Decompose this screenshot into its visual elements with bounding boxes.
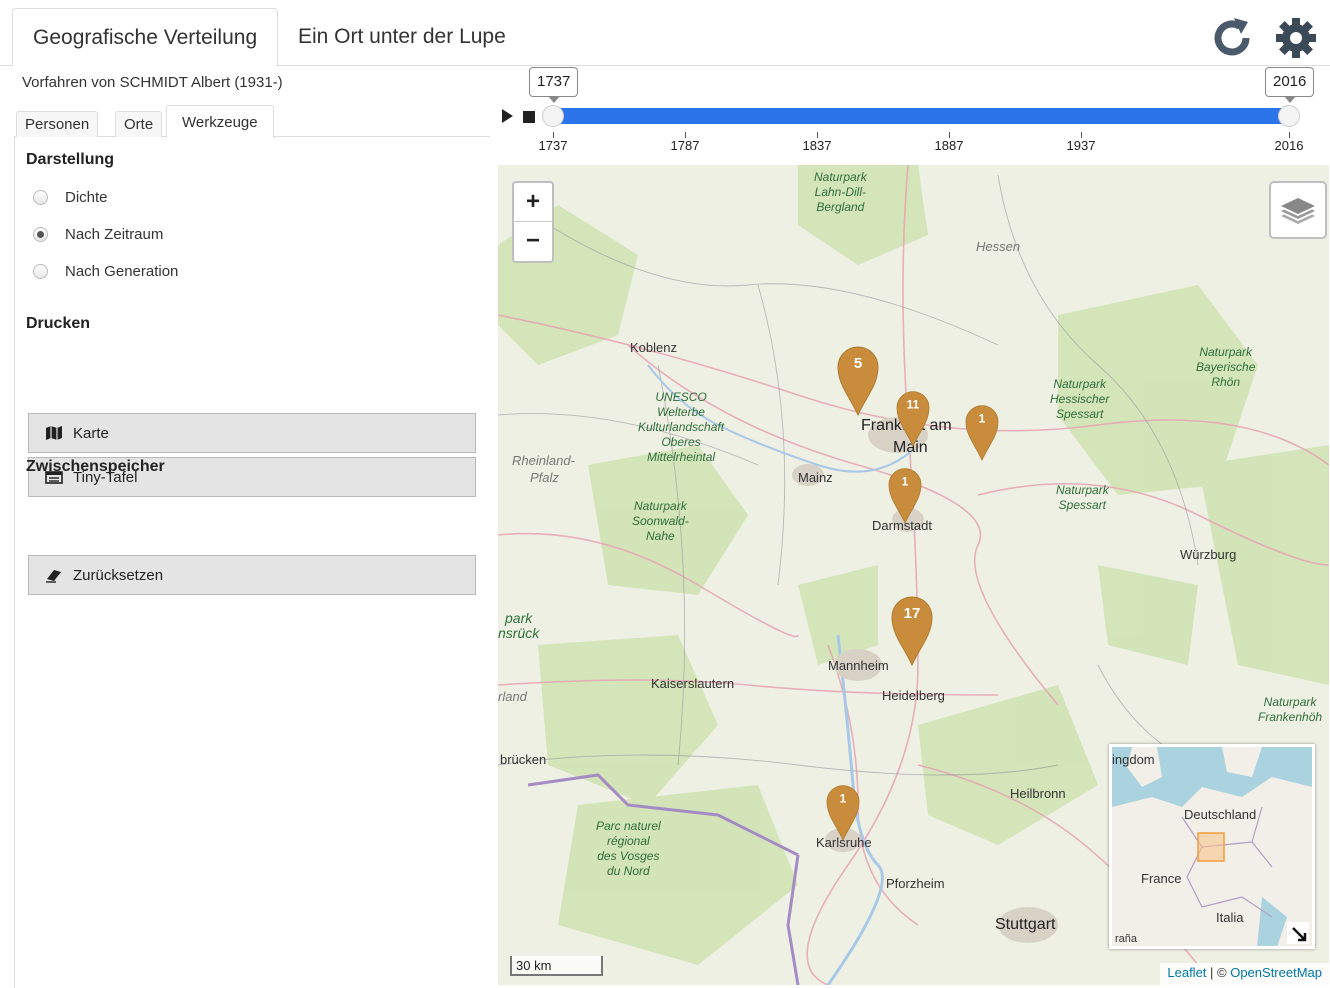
region-label: Hessen [976, 239, 1021, 254]
park-label: Naturpark Soonwald- Nahe [632, 499, 689, 543]
minimap-label: Italia [1216, 910, 1244, 925]
place-label: brücken [500, 752, 547, 767]
refresh-icon[interactable] [1210, 16, 1254, 60]
radio-label: Dichte [65, 189, 108, 206]
park-label: Parc naturel régional des Vosges du Nord [596, 819, 661, 878]
place-label: Kaiserslautern [651, 676, 735, 691]
eraser-icon [46, 570, 61, 583]
place-label: Pforzheim [886, 876, 945, 891]
place-label: Koblenz [630, 340, 677, 355]
slider-handle-to[interactable] [1278, 105, 1300, 127]
zoom-in-button[interactable]: + [514, 183, 552, 222]
park-label: Naturpark Frankenhöh [1258, 695, 1323, 724]
region-label: Pfalz [530, 470, 559, 485]
map-attribution: Leaflet | © OpenStreetMap [1160, 963, 1329, 985]
slider-handle-from[interactable] [542, 105, 564, 127]
marker-count: 5 [853, 355, 863, 372]
tick-label: 1737 [538, 138, 568, 153]
place-marker[interactable]: 17 [890, 595, 934, 667]
slider-from-tooltip: 1737 [529, 67, 579, 103]
openstreetmap-link[interactable]: OpenStreetMap [1230, 965, 1322, 980]
place-label: Heilbronn [1010, 786, 1066, 801]
park-label: Naturpark Bayerische Rhön [1196, 345, 1256, 389]
time-slider: 1737 2016 1737 1787 1837 1887 1937 2016 [497, 66, 1330, 164]
werkzeuge-panel: Darstellung Dichte Nach Zeitraum Nach Ge… [14, 137, 490, 988]
attribution-separator: | © [1206, 965, 1231, 980]
tick-label: 1837 [802, 138, 832, 153]
map-view[interactable]: + − Koblenz Mainz Darmstadt Würzburg Man… [498, 165, 1329, 985]
place-label: Würzburg [1180, 547, 1237, 562]
place-label: Mainz [798, 470, 833, 485]
left-panel: Vorfahren von SCHMIDT Albert (1931-) Per… [0, 66, 490, 988]
park-label: Naturpark Lahn-Dill- Bergland [814, 170, 867, 214]
button-label: Karte [73, 425, 109, 442]
tick-label: 1787 [670, 138, 700, 153]
zwischenspeicher-heading: Zwischenspeicher [26, 458, 165, 475]
map-icon [46, 426, 62, 440]
tab-werkzeuge[interactable]: Werkzeuge [166, 105, 274, 138]
place-label: Stuttgart [995, 916, 1056, 933]
button-label: Zurücksetzen [73, 567, 164, 584]
radio-button[interactable] [33, 190, 48, 205]
minimap-label: ingdom [1112, 752, 1155, 767]
tab-geografische-verteilung[interactable]: Geografische Verteilung [12, 8, 279, 67]
stop-icon[interactable] [523, 111, 535, 123]
layers-icon [1281, 198, 1315, 224]
region-label: Rheinland- [512, 453, 575, 468]
gear-icon[interactable] [1274, 16, 1318, 60]
top-tab-bar: Geografische Verteilung Ein Ort unter de… [0, 0, 1330, 67]
zoom-out-button[interactable]: − [514, 222, 552, 261]
park-label: park nsrück [498, 610, 540, 641]
place-marker[interactable]: 1 [964, 404, 999, 462]
place-marker[interactable]: 1 [825, 784, 860, 842]
park-label: UNESCO Welterbe Kulturlandschaft Oberes … [638, 390, 725, 464]
radio-label: Nach Generation [65, 263, 179, 280]
minimap[interactable]: ingdom Deutschland France Italia raña [1109, 744, 1315, 949]
tab-personen[interactable]: Personen [16, 111, 99, 137]
slider-track[interactable] [552, 108, 1287, 124]
minimap-background [1112, 747, 1312, 946]
scale-bar: 30 km [510, 956, 603, 976]
zoom-control: + − [512, 181, 554, 263]
subtab-bar: Personen Orte Werkzeuge [14, 105, 490, 138]
play-icon[interactable] [502, 109, 513, 123]
radio-label: Nach Zeitraum [65, 226, 164, 243]
tick-label: 2016 [1274, 138, 1304, 153]
slider-to-tooltip: 2016 [1265, 67, 1315, 103]
minimap-label: raña [1115, 933, 1138, 945]
darstellung-heading: Darstellung [26, 151, 115, 168]
tick-label: 1887 [934, 138, 964, 153]
tick-label: 1937 [1066, 138, 1096, 153]
place-marker[interactable]: 11 [895, 390, 930, 448]
marker-count: 17 [903, 605, 921, 622]
place-label: rland [498, 689, 527, 704]
ancestor-title: Vorfahren von SCHMIDT Albert (1931-) [22, 74, 283, 91]
layers-control[interactable] [1269, 181, 1327, 239]
reset-button[interactable]: Zurücksetzen [28, 555, 476, 595]
marker-count: 1 [839, 792, 847, 806]
park-label: Naturpark Spessart [1056, 483, 1109, 512]
place-marker[interactable]: 5 [836, 345, 880, 417]
radio-button[interactable] [33, 227, 48, 242]
minimap-label: France [1141, 871, 1182, 886]
drucken-heading: Drucken [26, 315, 91, 332]
marker-count: 1 [901, 475, 909, 489]
radio-button[interactable] [33, 264, 48, 279]
marker-count: 11 [906, 398, 920, 412]
place-marker[interactable]: 1 [887, 467, 922, 525]
print-map-button[interactable]: Karte [28, 413, 476, 453]
leaflet-link[interactable]: Leaflet [1167, 965, 1206, 980]
minimap-label: Deutschland [1184, 807, 1257, 822]
place-label: Mannheim [828, 658, 889, 673]
marker-count: 1 [978, 412, 986, 426]
place-label: Heidelberg [882, 688, 945, 703]
tab-orte[interactable]: Orte [115, 111, 163, 137]
tab-ein-ort-unter-der-lupe[interactable]: Ein Ort unter der Lupe [278, 8, 526, 66]
park-label: Naturpark Hessischer Spessart [1050, 377, 1110, 421]
